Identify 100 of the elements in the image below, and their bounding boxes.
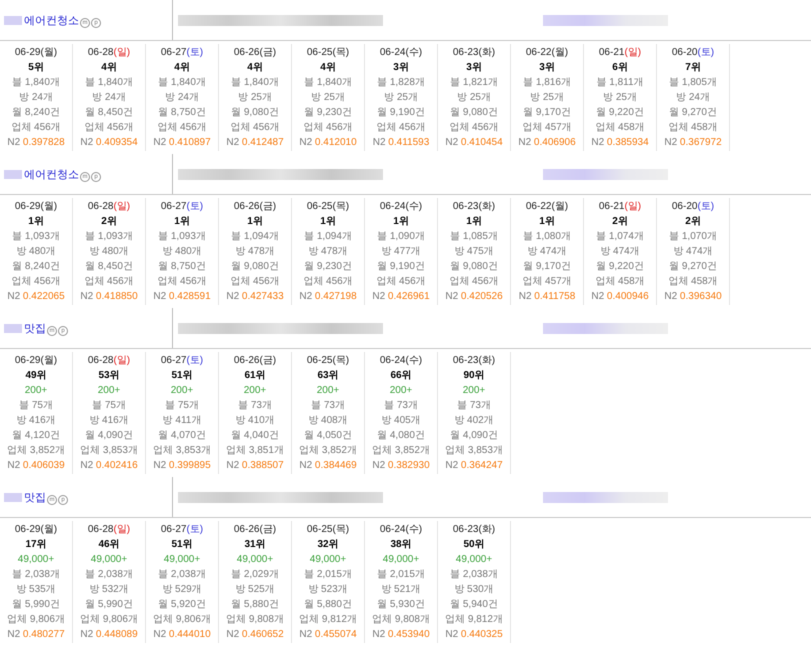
redacted-block <box>4 170 22 178</box>
rank-label: 3위 <box>539 61 555 75</box>
company-count: 업체 456개 <box>376 121 426 135</box>
monthly-count: 월 9,230건 <box>304 260 352 274</box>
monthly-count: 월 9,170건 <box>523 106 571 120</box>
cafe-count: 방 523개 <box>308 583 348 597</box>
monthly-count: 월 9,080건 <box>450 106 498 120</box>
weekday-label: (월) <box>551 201 568 212</box>
company-count: 업체 458개 <box>595 121 645 135</box>
rank-label: 17위 <box>25 538 47 552</box>
weekday-label: (수) <box>405 524 422 535</box>
date-label: 06-25 <box>306 355 332 366</box>
keyword-link[interactable]: 에어컨청소 <box>24 12 79 28</box>
company-count: 업체 456개 <box>84 121 134 135</box>
monthly-count: 월 4,070건 <box>158 429 206 443</box>
weekday-label: (금) <box>259 524 276 535</box>
score-label: N2 <box>7 460 20 471</box>
blog-count: 블 1,840개 <box>158 76 206 90</box>
date-label: 06-27 <box>160 201 186 212</box>
score-value: 0.455074 <box>314 629 357 640</box>
redacted-block <box>4 324 22 332</box>
cafe-count: 방 521개 <box>381 583 421 597</box>
date-label: 06-26 <box>234 355 260 366</box>
score-label: N2 <box>7 291 20 302</box>
rank-label: 51위 <box>171 538 193 552</box>
company-count: 업체 456개 <box>11 121 61 135</box>
monthly-count: 월 4,090건 <box>450 429 498 443</box>
rank-label: 1위 <box>393 215 409 229</box>
company-count: 업체 456개 <box>449 121 499 135</box>
blog-count: 블 2,038개 <box>450 568 498 582</box>
volume-label: 200+ <box>462 384 486 398</box>
score-label: N2 <box>372 137 386 148</box>
keyword-link[interactable]: 에어컨청소 <box>24 166 79 182</box>
monthly-count: 월 5,990건 <box>12 598 60 612</box>
score-label: N2 <box>80 137 94 148</box>
date-label: 06-29 <box>14 524 40 535</box>
date-label: 06-29 <box>14 47 40 58</box>
score-label: N2 <box>591 137 604 148</box>
company-count: 업체 9,806개 <box>80 613 138 627</box>
blog-count: 블 73개 <box>457 399 491 413</box>
blog-count: 블 73개 <box>311 399 345 413</box>
date-label: 06-23 <box>452 355 478 366</box>
monthly-count: 월 8,750건 <box>158 106 206 120</box>
score-value: 0.410897 <box>168 137 211 148</box>
redacted-block <box>4 16 22 24</box>
monthly-count: 월 8,240건 <box>12 106 60 120</box>
blog-count: 블 1,821개 <box>450 76 498 90</box>
cafe-count: 방 529개 <box>162 583 202 597</box>
blog-count: 블 75개 <box>19 399 53 413</box>
score-value: 0.402416 <box>96 460 138 471</box>
score-label: N2 <box>299 137 312 148</box>
weekday-label: (월) <box>40 524 58 535</box>
score-value: 0.400946 <box>606 291 649 302</box>
company-count: 업체 456개 <box>303 275 353 289</box>
rank-label: 90위 <box>463 369 485 383</box>
score-label: N2 <box>518 137 532 148</box>
cafe-count: 방 25개 <box>603 91 637 105</box>
monthly-count: 월 9,080건 <box>450 260 498 274</box>
rank-label: 3위 <box>393 61 409 75</box>
weekday-label: (토) <box>186 524 204 535</box>
blog-count: 블 1,093개 <box>158 230 206 244</box>
score-label: N2 <box>7 629 20 640</box>
rank-label: 31위 <box>244 538 266 552</box>
cafe-count: 방 25개 <box>311 91 345 105</box>
score-label: N2 <box>153 291 166 302</box>
blog-count: 블 2,015개 <box>377 568 425 582</box>
volume-label: 200+ <box>244 384 266 398</box>
blog-count: 블 1,805개 <box>669 76 717 90</box>
monthly-count: 월 4,090건 <box>85 429 133 443</box>
date-label: 06-23 <box>452 201 478 212</box>
weekday-label: (화) <box>478 201 496 212</box>
cafe-count: 방 25개 <box>457 91 491 105</box>
monthly-count: 월 9,220건 <box>596 260 644 274</box>
weekday-label: (금) <box>259 201 276 212</box>
keyword-link[interactable]: 맛집 <box>24 320 46 336</box>
weekday-label: (목) <box>332 355 350 366</box>
score-label: N2 <box>664 291 678 302</box>
company-count: 업체 456개 <box>230 275 280 289</box>
score-value: 0.412487 <box>242 137 284 148</box>
company-count: 업체 456개 <box>11 275 61 289</box>
date-label: 06-28 <box>88 524 114 535</box>
keyword-link[interactable]: 맛집 <box>24 490 46 504</box>
date-label: 06-24 <box>380 201 406 212</box>
score-label: N2 <box>153 629 166 640</box>
date-label: 06-24 <box>380 524 406 535</box>
weekday-label: (토) <box>186 47 204 58</box>
date-label: 06-28 <box>88 355 114 366</box>
cafe-count: 방 411개 <box>162 414 202 428</box>
weekday-label: (화) <box>478 524 496 535</box>
weekday-label: (목) <box>332 524 350 535</box>
volume-label: 200+ <box>98 384 120 398</box>
rank-label: 2위 <box>612 215 628 229</box>
company-count: 업체 457개 <box>522 275 572 289</box>
date-label: 06-27 <box>160 355 186 366</box>
rank-label: 53위 <box>98 369 120 383</box>
rank-label: 4위 <box>247 61 263 75</box>
date-label: 06-29 <box>14 201 40 212</box>
company-count: 업체 9,806개 <box>7 613 65 627</box>
cafe-count: 방 475개 <box>454 245 494 259</box>
volume-label: 49,000+ <box>456 553 492 567</box>
